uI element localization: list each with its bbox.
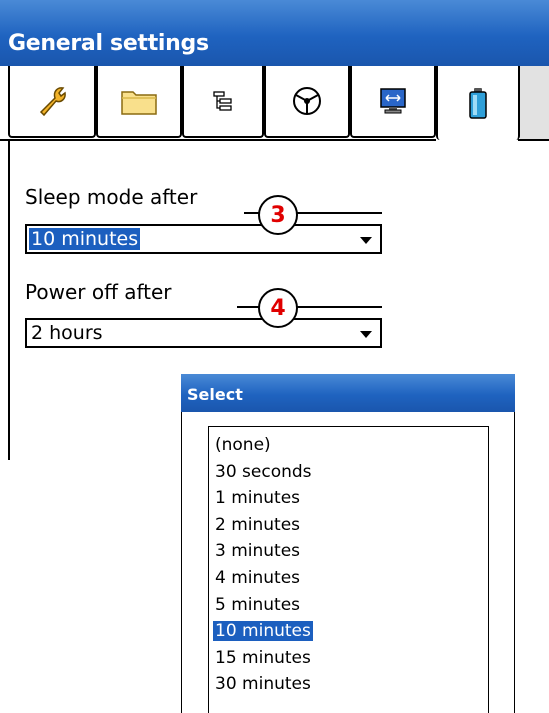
battery-icon <box>469 88 487 119</box>
monitor-icon <box>380 88 406 114</box>
option-item[interactable]: 5 minutes <box>211 592 316 619</box>
options-listbox[interactable]: (none) 30 seconds 1 minutes 2 minutes 3 minu… <box>208 426 489 713</box>
window-title: General settings <box>8 31 209 56</box>
tab-display[interactable] <box>350 66 436 138</box>
option-item[interactable]: 2 minutes <box>211 512 316 539</box>
sleep-mode-label: Sleep mode after <box>25 185 198 209</box>
select-popup: Select (none) 30 seconds 1 minutes 2 minute… <box>181 374 515 713</box>
dropdown-arrow-icon[interactable] <box>360 331 372 338</box>
option-item[interactable]: 30 seconds <box>211 459 316 486</box>
option-item[interactable]: (none) <box>211 432 316 459</box>
popup-title-bar: Select <box>181 374 515 412</box>
folder-icon <box>121 91 157 115</box>
steering-wheel-icon <box>293 87 321 115</box>
tree-icon <box>213 91 232 111</box>
tab-power[interactable] <box>436 66 520 140</box>
title-bar: General settings <box>0 0 549 66</box>
callout-4: 4 <box>258 288 298 328</box>
power-off-dropdown[interactable]: 2 hours <box>25 318 382 348</box>
sleep-mode-dropdown[interactable]: 10 minutes <box>25 224 382 254</box>
option-item[interactable]: 1 minutes <box>211 485 316 512</box>
option-item[interactable]: 30 minutes <box>211 671 316 698</box>
power-off-value: 2 hours <box>31 322 103 344</box>
option-item[interactable]: 3 minutes <box>211 538 316 565</box>
wrench-icon <box>39 87 66 117</box>
tab-folders[interactable] <box>96 66 182 138</box>
sleep-mode-value: 10 minutes <box>27 227 142 251</box>
option-item[interactable]: 10 minutes <box>211 618 316 645</box>
callout-3: 3 <box>258 195 298 235</box>
tab-steering[interactable] <box>264 66 350 138</box>
popup-title: Select <box>187 385 243 404</box>
option-item[interactable]: 4 minutes <box>211 565 316 592</box>
power-off-label: Power off after <box>25 280 172 304</box>
tab-general[interactable] <box>8 66 96 138</box>
tab-strip <box>0 66 549 140</box>
tab-tree[interactable] <box>182 66 264 138</box>
options-list: (none) 30 seconds 1 minutes 2 minutes 3 minu… <box>211 432 316 698</box>
option-item[interactable]: 15 minutes <box>211 645 316 672</box>
dropdown-arrow-icon[interactable] <box>360 237 372 244</box>
